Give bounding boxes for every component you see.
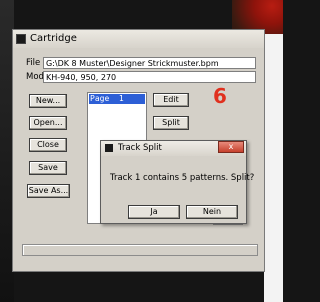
window-title: Cartridge [30, 33, 77, 44]
dialog-app-icon [105, 144, 113, 152]
status-bar [22, 244, 258, 256]
file-path-field: G:\DK 8 Muster\Designer Strickmuster.bpm [43, 57, 256, 69]
track-split-dialog: Track Split x Track 1 contains 5 pattern… [100, 140, 254, 224]
list-item-selected[interactable]: Page 1 [89, 94, 145, 104]
edit-button[interactable]: Edit [153, 93, 189, 107]
file-label: File [26, 58, 41, 68]
dialog-titlebar[interactable]: Track Split x [101, 141, 246, 156]
mode-field: KH-940, 950, 270 [43, 71, 256, 83]
yes-button[interactable]: Ja [128, 205, 180, 219]
split-button[interactable]: Split [153, 116, 189, 130]
dialog-close-icon[interactable]: x [218, 141, 244, 153]
open-button[interactable]: Open... [29, 116, 67, 130]
window-titlebar[interactable]: Cartridge [13, 30, 264, 48]
dialog-title: Track Split [118, 143, 162, 153]
background-right [264, 34, 283, 302]
app-icon [16, 34, 26, 44]
close-button[interactable]: Close [29, 138, 67, 152]
resize-grip [213, 224, 243, 233]
step-number-annotation: 6 [213, 84, 227, 108]
dialog-message: Track 1 contains 5 patterns. Split? [110, 173, 255, 183]
save-as-button[interactable]: Save As... [27, 184, 70, 198]
no-button[interactable]: Nein [186, 205, 238, 219]
save-button[interactable]: Save [29, 161, 67, 175]
new-button[interactable]: New... [29, 94, 67, 108]
